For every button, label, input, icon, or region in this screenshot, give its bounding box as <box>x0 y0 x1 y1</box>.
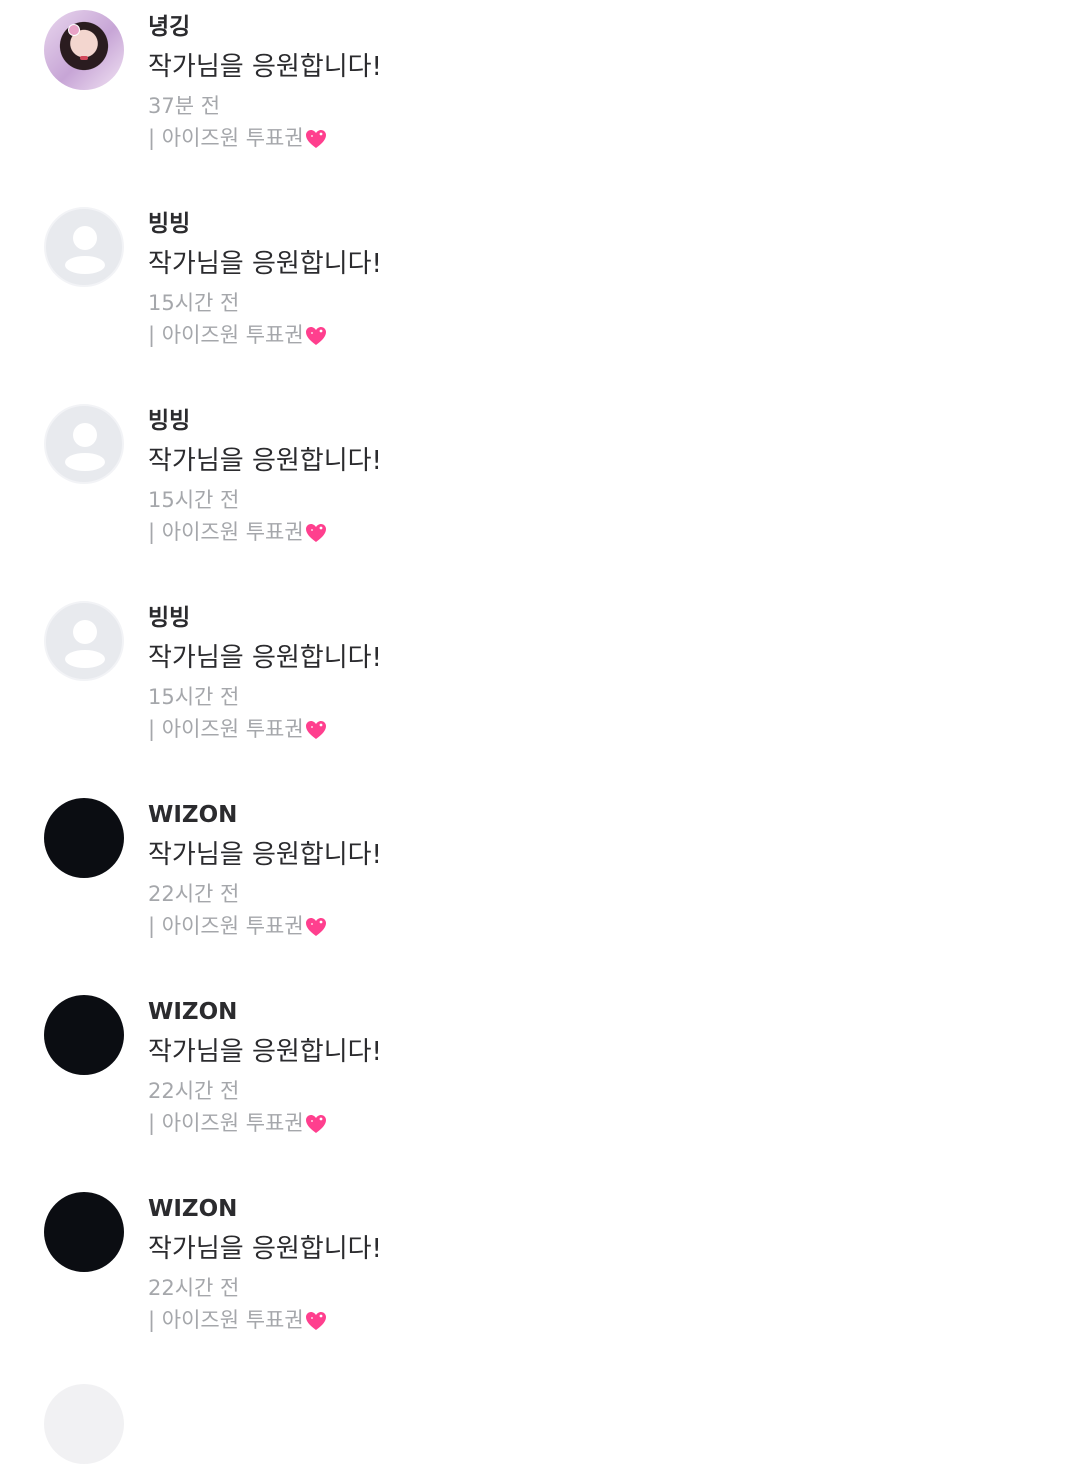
comment-timestamp: 22시간 전 <box>148 1276 240 1300</box>
comment-timestamp: 15시간 전 <box>148 488 240 512</box>
user-silhouette-body <box>65 256 105 274</box>
comment-message: 작가님을 응원합니다! <box>148 52 382 82</box>
avatar[interactable] <box>44 798 124 878</box>
avatar[interactable] <box>44 995 124 1075</box>
gift-label: | 아이즈원 투표권 <box>148 1306 327 1334</box>
comment-username[interactable]: 빙빙 <box>148 406 190 436</box>
gift-label: | 아이즈원 투표권 <box>148 912 327 940</box>
comment-username[interactable]: WIZON <box>148 800 237 830</box>
comment-item: 빙빙 작가님을 응원합니다! 15시간 전 | 아이즈원 투표권 <box>0 394 1080 591</box>
gift-text: | 아이즈원 투표권 <box>148 1308 304 1332</box>
comment-timestamp: 22시간 전 <box>148 1079 240 1103</box>
comment-username[interactable]: 녕깅 <box>148 12 190 42</box>
comment-username[interactable]: WIZON <box>148 1194 237 1224</box>
gift-text: | 아이즈원 투표권 <box>148 520 304 544</box>
avatar[interactable] <box>44 10 124 90</box>
comment-username[interactable]: 빙빙 <box>148 603 190 633</box>
sparkling-heart-icon <box>305 1311 327 1331</box>
gift-text: | 아이즈원 투표권 <box>148 914 304 938</box>
sparkling-heart-icon <box>305 523 327 543</box>
avatar[interactable] <box>44 207 124 287</box>
comment-timestamp: 22시간 전 <box>148 882 240 906</box>
gift-label: | 아이즈원 투표권 <box>148 321 327 349</box>
user-silhouette-icon <box>73 226 97 250</box>
comment-item: WIZON 작가님을 응원합니다! 22시간 전 | 아이즈원 투표권 <box>0 985 1080 1182</box>
sparkling-heart-icon <box>305 720 327 740</box>
sparkling-heart-icon <box>305 1114 327 1134</box>
next-comment-avatar-partial <box>44 1384 124 1464</box>
comment-message: 작가님을 응원합니다! <box>148 249 382 279</box>
sparkling-heart-icon <box>305 129 327 149</box>
sparkling-heart-icon <box>305 917 327 937</box>
avatar[interactable] <box>44 1192 124 1272</box>
comment-message: 작가님을 응원합니다! <box>148 1234 382 1264</box>
gift-label: | 아이즈원 투표권 <box>148 518 327 546</box>
user-silhouette-icon <box>73 423 97 447</box>
comment-message: 작가님을 응원합니다! <box>148 1037 382 1067</box>
gift-label: | 아이즈원 투표권 <box>148 1109 327 1137</box>
comment-username[interactable]: WIZON <box>148 997 237 1027</box>
gift-text: | 아이즈원 투표권 <box>148 323 304 347</box>
comment-timestamp: 37분 전 <box>148 94 221 118</box>
user-silhouette-icon <box>73 620 97 644</box>
sparkling-heart-icon <box>305 326 327 346</box>
gift-label: | 아이즈원 투표권 <box>148 124 327 152</box>
avatar[interactable] <box>44 601 124 681</box>
comment-item: 빙빙 작가님을 응원합니다! 15시간 전 | 아이즈원 투표권 <box>0 591 1080 788</box>
comment-message: 작가님을 응원합니다! <box>148 840 382 870</box>
gift-text: | 아이즈원 투표권 <box>148 126 304 150</box>
comment-message: 작가님을 응원합니다! <box>148 446 382 476</box>
comment-username[interactable]: 빙빙 <box>148 209 190 239</box>
comment-item: WIZON 작가님을 응원합니다! 22시간 전 | 아이즈원 투표권 <box>0 788 1080 985</box>
comment-timestamp: 15시간 전 <box>148 291 240 315</box>
user-silhouette-body <box>65 650 105 668</box>
comment-item: WIZON 작가님을 응원합니다! 22시간 전 | 아이즈원 투표권 <box>0 1182 1080 1379</box>
hair-clip-detail <box>68 24 80 36</box>
comment-message: 작가님을 응원합니다! <box>148 643 382 673</box>
gift-text: | 아이즈원 투표권 <box>148 1111 304 1135</box>
comment-item: 녕깅 작가님을 응원합니다! 37분 전 | 아이즈원 투표권 <box>0 0 1080 197</box>
comment-item: 빙빙 작가님을 응원합니다! 15시간 전 | 아이즈원 투표권 <box>0 197 1080 394</box>
gift-label: | 아이즈원 투표권 <box>148 715 327 743</box>
lips-detail <box>80 56 88 60</box>
comment-timestamp: 15시간 전 <box>148 685 240 709</box>
user-silhouette-body <box>65 453 105 471</box>
avatar[interactable] <box>44 404 124 484</box>
gift-text: | 아이즈원 투표권 <box>148 717 304 741</box>
